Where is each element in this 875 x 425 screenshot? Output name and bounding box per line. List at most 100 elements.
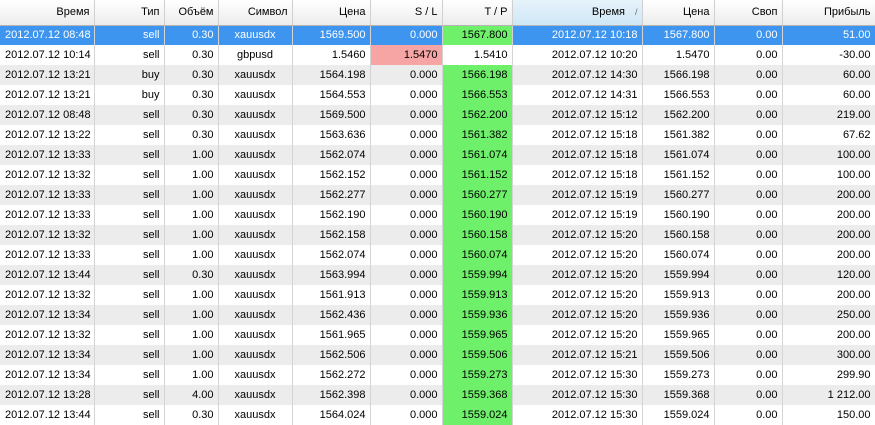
sl-cell: 0.000	[370, 165, 443, 185]
close-time-cell: 2012.07.12 15:19	[512, 185, 643, 205]
open-price-cell: 1561.965	[292, 325, 371, 345]
open-time-cell: 2012.07.12 13:33	[0, 245, 95, 265]
open-price-cell: 1562.158	[292, 225, 371, 245]
open-price-cell: 1562.190	[292, 205, 371, 225]
close-price-cell: 1560.158	[642, 225, 715, 245]
type-cell: sell	[94, 345, 165, 365]
open-time-cell: 2012.07.12 13:33	[0, 145, 95, 165]
table-row[interactable]: 2012.07.12 10:14 sell 0.30 gbpusd 1.5460 1.54…	[0, 45, 875, 65]
close-time-cell: 2012.07.12 15:30	[512, 385, 643, 405]
open-time-cell: 2012.07.12 13:34	[0, 365, 95, 385]
open-price-cell: 1564.553	[292, 85, 371, 105]
sl-cell: 0.000	[370, 125, 443, 145]
volume-cell: 1.00	[164, 225, 219, 245]
table-row[interactable]: 2012.07.12 13:34 sell 1.00 xauusdx 1562.506 0…	[0, 345, 875, 365]
close-price-cell: 1559.965	[642, 325, 715, 345]
close-price-cell: 1.5470	[642, 45, 715, 65]
tp-cell: 1559.368	[442, 385, 513, 405]
table-row[interactable]: 2012.07.12 13:33 sell 1.00 xauusdx 1562.277 0…	[0, 185, 875, 205]
symbol-cell: xauusdx	[218, 385, 293, 405]
table-row[interactable]: 2012.07.12 08:48 sell 0.30 xauusdx 1569.500 0…	[0, 25, 875, 45]
table-row[interactable]: 2012.07.12 13:32 sell 1.00 xauusdx 1561.913 0…	[0, 285, 875, 305]
open-time-cell: 2012.07.12 08:48	[0, 105, 95, 125]
table-row[interactable]: 2012.07.12 13:32 sell 1.00 xauusdx 1561.965 0…	[0, 325, 875, 345]
sl-cell: 0.000	[370, 345, 443, 365]
close-price-cell: 1559.936	[642, 305, 715, 325]
volume-cell: 1.00	[164, 245, 219, 265]
column-header-swap[interactable]: Своп	[714, 0, 783, 26]
sl-cell: 0.000	[370, 405, 443, 425]
open-time-cell: 2012.07.12 13:34	[0, 345, 95, 365]
profit-cell: 100.00	[782, 145, 875, 165]
tp-cell: 1559.024	[442, 405, 513, 425]
type-cell: sell	[94, 225, 165, 245]
close-price-cell: 1559.913	[642, 285, 715, 305]
column-header-close-time[interactable]: Время /	[512, 0, 643, 26]
column-header-close-price[interactable]: Цена	[642, 0, 715, 26]
column-header-open-time[interactable]: Время	[0, 0, 95, 26]
swap-cell: 0.00	[714, 205, 783, 225]
open-price-cell: 1563.994	[292, 265, 371, 285]
symbol-cell: xauusdx	[218, 225, 293, 245]
type-cell: sell	[94, 145, 165, 165]
volume-cell: 1.00	[164, 285, 219, 305]
table-row[interactable]: 2012.07.12 13:32 sell 1.00 xauusdx 1562.158 0…	[0, 225, 875, 245]
volume-cell: 1.00	[164, 165, 219, 185]
column-header-profit[interactable]: Прибыль	[782, 0, 875, 26]
open-time-cell: 2012.07.12 13:34	[0, 305, 95, 325]
close-price-cell: 1559.273	[642, 365, 715, 385]
table-row[interactable]: 2012.07.12 13:44 sell 0.30 xauusdx 1564.024 0…	[0, 405, 875, 425]
table-row[interactable]: 2012.07.12 13:21 buy 0.30 xauusdx 1564.553 0.…	[0, 85, 875, 105]
column-header-tp[interactable]: T / P	[442, 0, 513, 26]
type-cell: sell	[94, 305, 165, 325]
type-cell: buy	[94, 65, 165, 85]
swap-cell: 0.00	[714, 165, 783, 185]
table-row[interactable]: 2012.07.12 13:21 buy 0.30 xauusdx 1564.198 0.…	[0, 65, 875, 85]
column-header-symbol[interactable]: Символ	[218, 0, 293, 26]
sl-cell: 0.000	[370, 185, 443, 205]
close-time-cell: 2012.07.12 15:20	[512, 305, 643, 325]
column-header-volume[interactable]: Объём	[164, 0, 219, 26]
tp-cell: 1559.273	[442, 365, 513, 385]
table-row[interactable]: 2012.07.12 13:34 sell 1.00 xauusdx 1562.436 0…	[0, 305, 875, 325]
type-cell: sell	[94, 405, 165, 425]
open-time-cell: 2012.07.12 13:22	[0, 125, 95, 145]
table-row[interactable]: 2012.07.12 13:22 sell 0.30 xauusdx 1563.636 0…	[0, 125, 875, 145]
symbol-cell: xauusdx	[218, 345, 293, 365]
profit-cell: 100.00	[782, 165, 875, 185]
table-row[interactable]: 2012.07.12 13:33 sell 1.00 xauusdx 1562.190 0…	[0, 205, 875, 225]
table-row[interactable]: 2012.07.12 08:48 sell 0.30 xauusdx 1569.500 0…	[0, 105, 875, 125]
type-cell: sell	[94, 385, 165, 405]
profit-cell: 300.00	[782, 345, 875, 365]
type-cell: sell	[94, 365, 165, 385]
symbol-cell: xauusdx	[218, 285, 293, 305]
volume-cell: 1.00	[164, 205, 219, 225]
open-time-cell: 2012.07.12 13:33	[0, 205, 95, 225]
open-time-cell: 2012.07.12 10:14	[0, 45, 95, 65]
table-row[interactable]: 2012.07.12 13:28 sell 4.00 xauusdx 1562.398 0…	[0, 385, 875, 405]
volume-cell: 0.30	[164, 105, 219, 125]
column-header-type[interactable]: Тип	[94, 0, 165, 26]
symbol-cell: xauusdx	[218, 125, 293, 145]
column-header-open-price[interactable]: Цена	[292, 0, 371, 26]
table-row[interactable]: 2012.07.12 13:44 sell 0.30 xauusdx 1563.994 0…	[0, 265, 875, 285]
close-price-cell: 1559.994	[642, 265, 715, 285]
tp-cell: 1560.190	[442, 205, 513, 225]
volume-cell: 0.30	[164, 405, 219, 425]
sl-cell: 0.000	[370, 385, 443, 405]
open-price-cell: 1563.636	[292, 125, 371, 145]
open-price-cell: 1562.506	[292, 345, 371, 365]
tp-cell: 1566.553	[442, 85, 513, 105]
sl-cell: 0.000	[370, 85, 443, 105]
open-price-cell: 1562.074	[292, 145, 371, 165]
table-row[interactable]: 2012.07.12 13:33 sell 1.00 xauusdx 1562.074 0…	[0, 145, 875, 165]
sl-cell: 0.000	[370, 325, 443, 345]
column-header-sl[interactable]: S / L	[370, 0, 443, 26]
table-row[interactable]: 2012.07.12 13:34 sell 1.00 xauusdx 1562.272 0…	[0, 365, 875, 385]
close-time-cell: 2012.07.12 14:31	[512, 85, 643, 105]
table-row[interactable]: 2012.07.12 13:32 sell 1.00 xauusdx 1562.152 0…	[0, 165, 875, 185]
table-row[interactable]: 2012.07.12 13:33 sell 1.00 xauusdx 1562.074 0…	[0, 245, 875, 265]
volume-cell: 1.00	[164, 305, 219, 325]
close-price-cell: 1566.198	[642, 65, 715, 85]
close-time-cell: 2012.07.12 15:30	[512, 365, 643, 385]
